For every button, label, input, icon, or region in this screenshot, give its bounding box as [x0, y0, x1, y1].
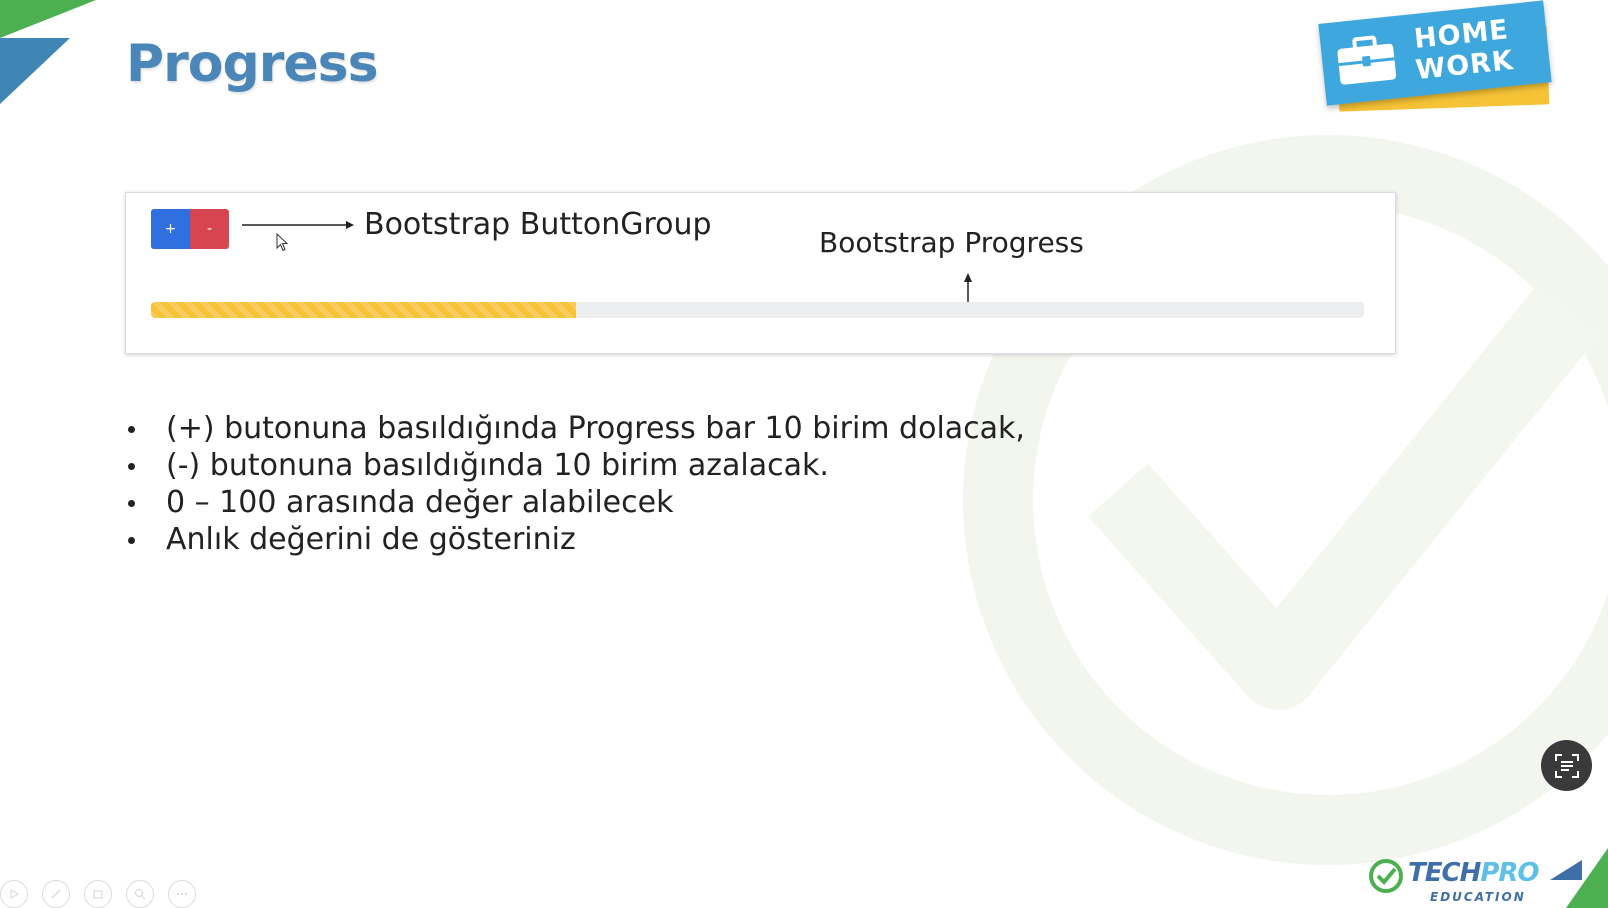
list-item: (+) butonuna basıldığında Progress bar 1…	[126, 410, 1025, 447]
progress-bar	[151, 302, 1364, 318]
homework-badge: HOME WORK	[1318, 0, 1558, 112]
slides-button[interactable]	[84, 880, 112, 908]
progress-fill	[151, 302, 576, 318]
page-title: Progress	[126, 34, 379, 94]
slideshow-controls	[0, 880, 196, 908]
requirements-list: (+) butonuna basıldığında Progress bar 1…	[126, 410, 1025, 558]
buttongroup-label: Bootstrap ButtonGroup	[364, 207, 712, 242]
increment-button[interactable]: +	[151, 209, 190, 249]
logo-corner-decoration	[1550, 848, 1608, 908]
progress-label: Bootstrap Progress	[819, 226, 1084, 259]
logo-wordmark: TECHPRO	[1408, 858, 1540, 888]
logo-tech: TECH	[1408, 858, 1481, 888]
more-icon	[176, 892, 188, 896]
briefcase-icon	[1337, 35, 1397, 85]
text-scan-button[interactable]	[1541, 740, 1592, 791]
pen-button[interactable]	[42, 880, 70, 908]
list-item: (-) butonuna basıldığında 10 birim azala…	[126, 447, 1025, 484]
logo-pro: PRO	[1480, 858, 1539, 888]
demo-card: + - Bootstrap ButtonGroup Bootstrap Prog…	[125, 192, 1396, 354]
mouse-cursor-icon	[276, 233, 289, 252]
logo-subtitle: EDUCATION	[1430, 890, 1526, 904]
button-group: + -	[151, 209, 229, 249]
zoom-icon	[134, 888, 146, 900]
zoom-button[interactable]	[126, 880, 154, 908]
badge-text: HOME WORK	[1411, 14, 1516, 86]
play-icon	[10, 888, 20, 900]
list-item: 0 – 100 arasında değer alabilecek	[126, 484, 1025, 521]
arrow-right-icon	[242, 221, 354, 229]
slides-icon	[93, 890, 103, 899]
techpro-logo: TECHPRO EDUCATION	[1366, 848, 1608, 908]
logo-check-icon	[1369, 859, 1403, 893]
list-item: Anlık değerini de gösteriniz	[126, 521, 1025, 558]
pen-icon	[51, 889, 61, 899]
play-button[interactable]	[0, 880, 28, 908]
more-button[interactable]	[168, 880, 196, 908]
corner-decoration	[0, 0, 96, 104]
decrement-button[interactable]: -	[190, 209, 229, 249]
scan-text-icon	[1554, 753, 1579, 778]
